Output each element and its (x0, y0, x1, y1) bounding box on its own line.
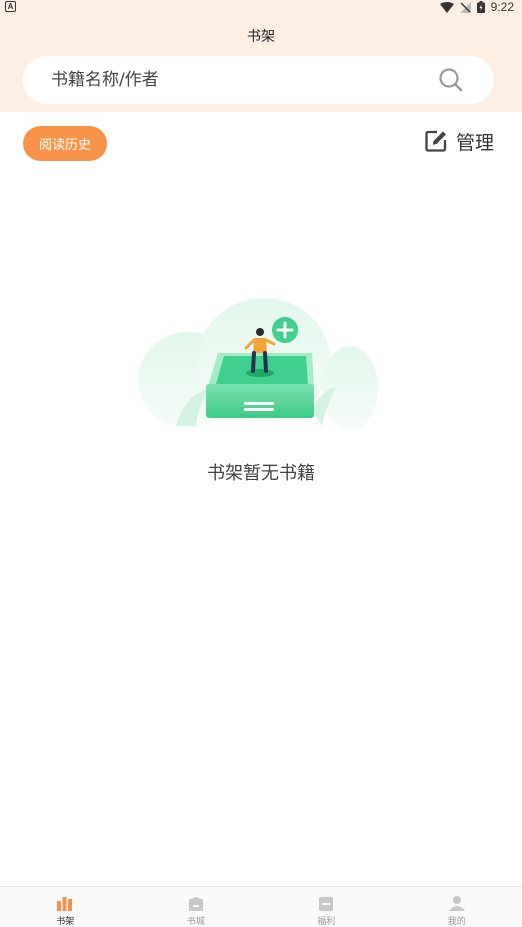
nav-item-welfare[interactable]: 福利 (261, 887, 392, 927)
status-time: 9:22 (490, 0, 514, 14)
reading-history-label: 阅读历史 (38, 138, 91, 153)
welfare-icon (319, 897, 334, 911)
search-bar[interactable] (23, 56, 494, 104)
nav-label-welfare: 福利 (317, 917, 336, 927)
nav-item-profile[interactable]: 我的 (392, 887, 522, 927)
battery-icon (476, 1, 485, 13)
search-input[interactable] (51, 56, 431, 104)
notification-icon: A (5, 1, 16, 12)
wifi-icon (439, 1, 454, 13)
nav-item-bookstore[interactable]: 书城 (131, 887, 262, 927)
nav-item-bookshelf[interactable]: 书架 (0, 887, 131, 927)
search-icon[interactable] (438, 67, 464, 93)
status-bar: A 9:22 (0, 0, 522, 14)
page-title: 书架 (247, 29, 275, 45)
status-indicators: 9:22 (439, 0, 514, 14)
bottom-nav: 书架 书城 福利 我的 (0, 886, 522, 927)
nav-label-bookstore: 书城 (186, 917, 205, 927)
reading-history-button[interactable]: 阅读历史 (23, 126, 107, 161)
manage-label: 管理 (455, 131, 494, 154)
bookstore-icon (188, 897, 203, 911)
manage-button[interactable]: 管理 (424, 126, 494, 156)
bookshelf-icon (57, 897, 73, 911)
signal-icon (459, 1, 471, 13)
nav-label-bookshelf: 书架 (56, 917, 75, 927)
edit-icon (425, 130, 447, 152)
header: 书架 (0, 14, 522, 112)
empty-bookshelf-illustration (138, 298, 378, 430)
profile-icon (448, 896, 465, 911)
empty-state-message: 书架暂无书籍 (207, 463, 315, 484)
nav-label-profile: 我的 (447, 917, 466, 927)
